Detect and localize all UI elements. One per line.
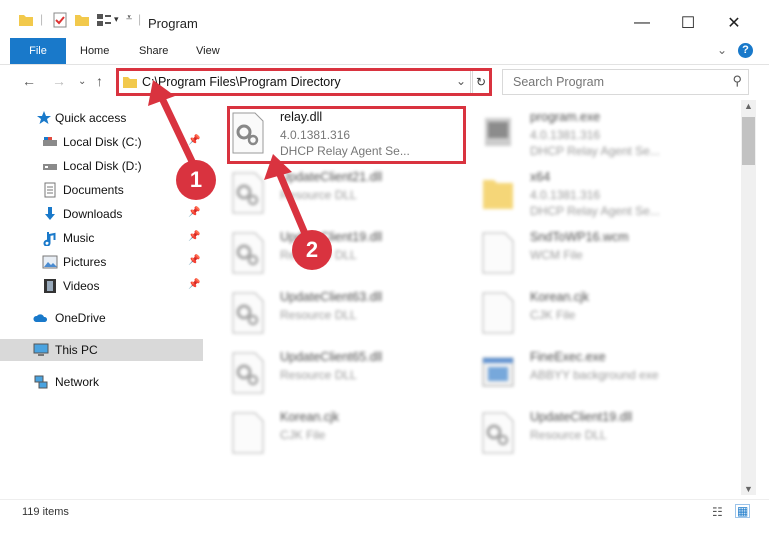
step-badge-2: 2: [292, 230, 332, 270]
annotation-arrows: [148, 80, 310, 240]
step-badge-1: 1: [176, 160, 216, 200]
arrow-2-line: [274, 166, 310, 240]
